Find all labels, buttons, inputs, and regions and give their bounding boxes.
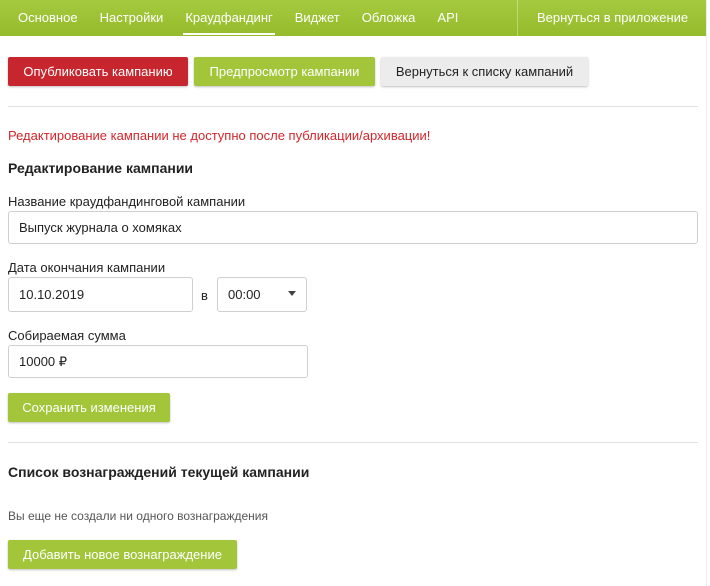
chevron-down-icon — [288, 291, 296, 296]
tab-basic[interactable]: Основное — [0, 0, 89, 36]
rewards-empty-text: Вы еще не создали ни одного вознагражден… — [8, 509, 268, 523]
tab-settings[interactable]: Настройки — [89, 0, 175, 36]
time-separator-label: в — [201, 288, 208, 303]
tab-crowdfunding[interactable]: Краудфандинг — [174, 0, 283, 36]
back-to-campaigns-button[interactable]: Вернуться к списку кампаний — [381, 57, 588, 86]
end-time-select[interactable]: 00:00 — [217, 277, 307, 312]
amount-input[interactable]: 10000 ₽ — [8, 345, 308, 378]
back-to-app-link[interactable]: Вернуться в приложение — [517, 0, 710, 36]
tab-cover[interactable]: Обложка — [351, 0, 427, 36]
save-changes-button[interactable]: Сохранить изменения — [8, 393, 170, 422]
tab-widget[interactable]: Виджет — [284, 0, 351, 36]
divider — [8, 442, 698, 443]
publish-campaign-button[interactable]: Опубликовать кампанию — [8, 57, 188, 86]
end-date-label: Дата окончания кампании — [8, 260, 166, 275]
edit-section-heading: Редактирование кампании — [8, 160, 194, 176]
campaign-name-input[interactable]: Выпуск журнала о хомяках — [8, 211, 698, 244]
edit-locked-notice: Редактирование кампании не доступно посл… — [8, 128, 431, 143]
tab-api[interactable]: API — [426, 0, 469, 36]
divider — [8, 106, 698, 107]
amount-label: Собираемая сумма — [8, 328, 126, 343]
rewards-section-heading: Список вознаграждений текущей кампании — [8, 464, 310, 480]
add-reward-button[interactable]: Добавить новое вознаграждение — [8, 540, 237, 569]
preview-campaign-button[interactable]: Предпросмотр кампании — [194, 57, 375, 86]
top-nav: Основное Настройки Краудфандинг Виджет О… — [0, 0, 710, 36]
campaign-name-label: Название краудфандинговой кампании — [8, 194, 246, 209]
end-time-value: 00:00 — [228, 287, 261, 302]
page-edge — [706, 0, 710, 586]
end-date-input[interactable]: 10.10.2019 — [8, 277, 193, 312]
